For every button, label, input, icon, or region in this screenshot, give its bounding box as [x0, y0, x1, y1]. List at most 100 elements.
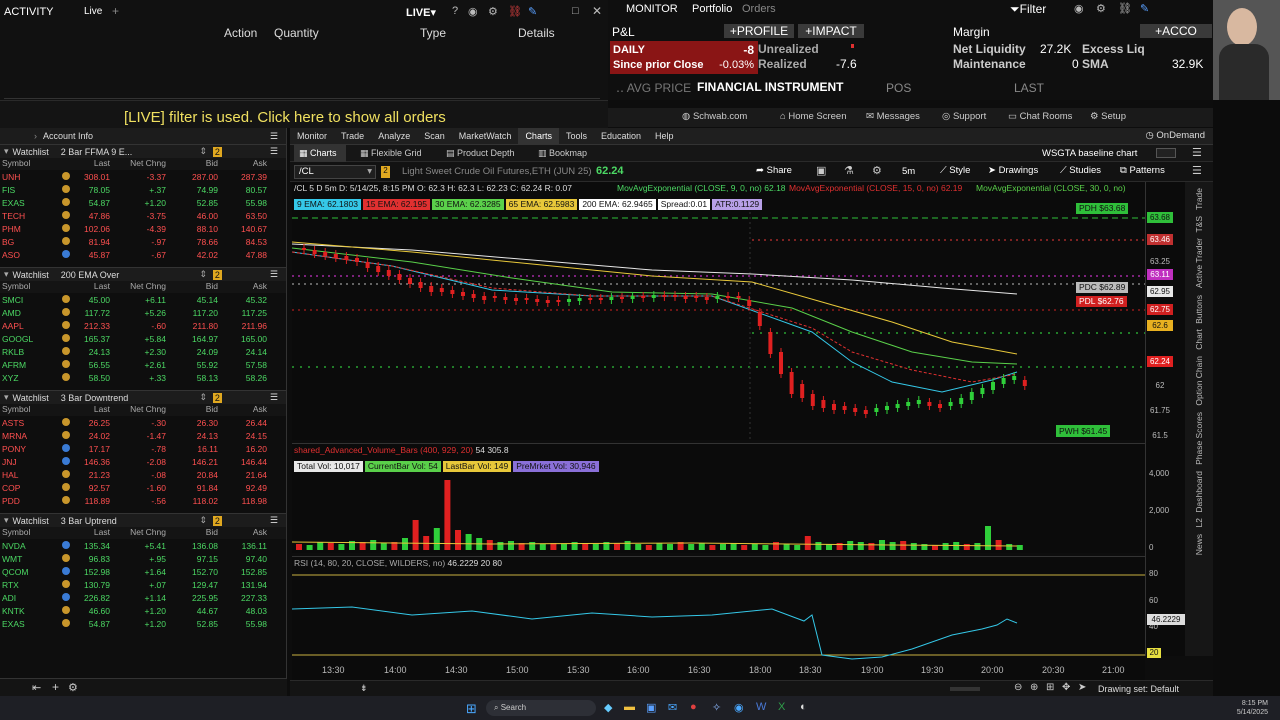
link-group-badge[interactable]: 2	[212, 392, 222, 403]
info-badge-icon[interactable]	[62, 540, 70, 549]
pin-icon[interactable]: ✎	[1140, 2, 1149, 15]
row-symbol[interactable]: TECH	[0, 211, 58, 221]
col-last[interactable]: Last	[74, 527, 110, 539]
col-net-change[interactable]: Net Chng	[110, 527, 166, 539]
link-schwab[interactable]: ◍ Schwab.com	[682, 111, 747, 122]
row-symbol[interactable]: EXAS	[0, 198, 58, 208]
col-ask[interactable]: Ask	[218, 527, 267, 539]
cursor-icon[interactable]: ➤	[1078, 682, 1086, 693]
watchlist-row[interactable]: TECH 47.86 -3.75 46.00 63.50	[0, 209, 286, 222]
gear-icon[interactable]: ⚙	[1096, 2, 1106, 15]
menu-icon[interactable]: ☰	[1192, 164, 1202, 177]
watchlist-row[interactable]: RKLB 24.13 +2.30 24.09 24.14	[0, 345, 286, 358]
col-symbol[interactable]: Symbol	[0, 158, 58, 170]
info-badge-icon[interactable]	[62, 417, 70, 426]
tab-education[interactable]: Education	[594, 128, 648, 144]
watchlist-row[interactable]: EXAS 54.87 +1.20 52.85 55.98	[0, 617, 286, 630]
tab-monitor[interactable]: Monitor	[290, 128, 334, 144]
watchlist-row[interactable]: PONY 17.17 -.78 16.11 16.20	[0, 442, 286, 455]
row-symbol[interactable]: AFRM	[0, 360, 58, 370]
app-icon-1[interactable]: ◆	[604, 701, 612, 714]
row-symbol[interactable]: FIS	[0, 185, 58, 195]
row-symbol[interactable]: SMCI	[0, 295, 58, 305]
col-ask[interactable]: Ask	[218, 158, 267, 170]
col-symbol[interactable]: Symbol	[0, 281, 58, 293]
row-symbol[interactable]: COP	[0, 483, 58, 493]
watchlist-row[interactable]: EXAS 54.87 +1.20 52.85 55.98	[0, 196, 286, 209]
camera-icon[interactable]: ◉	[1074, 2, 1084, 15]
close-icon[interactable]: ✕	[592, 4, 602, 18]
col-last[interactable]: LAST	[1014, 81, 1044, 95]
row-symbol[interactable]: BG	[0, 237, 58, 247]
sort-icon[interactable]: ⇕	[199, 146, 207, 157]
row-symbol[interactable]: RTX	[0, 580, 58, 590]
info-badge-icon[interactable]	[62, 553, 70, 562]
col-pos[interactable]: POS	[886, 81, 911, 95]
watchlist-header[interactable]: ▾ Watchlist 2 Bar FFMA 9 E... ⇕ 2 ☰	[0, 144, 286, 158]
info-badge-icon[interactable]	[62, 197, 70, 206]
info-badge-icon[interactable]	[62, 495, 70, 504]
camera-icon[interactable]: ◉	[468, 5, 478, 18]
zoom-fit-icon[interactable]: ⊞	[1046, 682, 1054, 693]
vtab-phase-scores[interactable]: Phase Scores	[1194, 412, 1204, 465]
menu-icon[interactable]: ☰	[270, 146, 278, 157]
tab-scan[interactable]: Scan	[417, 128, 452, 144]
info-badge-icon[interactable]	[62, 333, 70, 342]
tab-orders[interactable]: Orders	[742, 3, 776, 15]
col-net-change[interactable]: Net Chng	[110, 158, 166, 170]
info-badge-icon[interactable]	[62, 482, 70, 491]
layout-toggle[interactable]	[1156, 148, 1176, 158]
row-symbol[interactable]: RKLB	[0, 347, 58, 357]
col-last[interactable]: Last	[74, 158, 110, 170]
account-info-header[interactable]: › Account Info ☰	[0, 128, 286, 144]
vtab-news[interactable]: News	[1194, 534, 1204, 555]
watchlist-row[interactable]: WMT 96.83 +.95 97.15 97.40	[0, 552, 286, 565]
watchlist-row[interactable]: UNH 308.01 -3.37 287.00 287.39	[0, 170, 286, 183]
subtab-charts[interactable]: ▦ Charts	[294, 145, 346, 162]
info-badge-icon[interactable]	[62, 294, 70, 303]
link-group-badge[interactable]: 2	[212, 269, 222, 280]
watchlist-row[interactable]: GOOGL 165.37 +5.84 164.97 165.00	[0, 332, 286, 345]
watchlist-row[interactable]: PDD 118.89 -.56 118.02 118.98	[0, 494, 286, 507]
studies-button[interactable]: ⟋ Studies	[1060, 165, 1101, 176]
info-badge-icon[interactable]	[62, 592, 70, 601]
watchlist-header[interactable]: ▾ Watchlist 200 EMA Over ⇕ 2 ☰	[0, 267, 286, 281]
info-badge-icon[interactable]	[62, 456, 70, 465]
vtab-active-trader[interactable]: Active Trader	[1194, 238, 1204, 288]
vtab-dashboard[interactable]: Dashboard	[1194, 471, 1204, 513]
row-symbol[interactable]: PHM	[0, 224, 58, 234]
sort-icon[interactable]: ⇕	[199, 515, 207, 526]
activity-mode[interactable]: Live	[84, 6, 102, 17]
tab-help[interactable]: Help	[648, 128, 681, 144]
vtab-option-chain[interactable]: Option Chain	[1194, 356, 1204, 406]
gear-icon[interactable]: ⚙	[68, 681, 78, 694]
col-action[interactable]: Action	[224, 26, 257, 40]
vtab-l2[interactable]: L2	[1194, 518, 1204, 527]
link-group-badge[interactable]: 2	[381, 166, 390, 178]
maximize-icon[interactable]: □	[572, 5, 579, 17]
row-symbol[interactable]: EXAS	[0, 619, 58, 629]
watchlist-row[interactable]: SMCI 45.00 +6.11 45.14 45.32	[0, 293, 286, 306]
info-badge-icon[interactable]	[62, 346, 70, 355]
col-symbol[interactable]: Symbol	[0, 527, 58, 539]
tos-icon[interactable]: ◐	[800, 701, 807, 713]
candlestick-plot[interactable]	[292, 212, 1145, 440]
row-symbol[interactable]: HAL	[0, 470, 58, 480]
link-chat-rooms[interactable]: ▭ Chat Rooms	[1008, 111, 1072, 122]
flask-icon[interactable]: ⚗	[844, 164, 854, 177]
row-symbol[interactable]: UNH	[0, 172, 58, 182]
row-symbol[interactable]: AAPL	[0, 321, 58, 331]
chart-template-name[interactable]: WSGTA baseline chart	[1042, 148, 1137, 159]
filter-notice[interactable]: [LIVE] filter is used. Click here to sho…	[124, 109, 446, 126]
row-symbol[interactable]: XYZ	[0, 373, 58, 383]
tab-trade[interactable]: Trade	[334, 128, 371, 144]
info-badge-icon[interactable]	[62, 359, 70, 368]
calendar-icon[interactable]: ▣	[816, 164, 826, 177]
filter-button[interactable]: ⏷Filter	[1010, 2, 1046, 17]
rsi-pane[interactable]: RSI (14, 80, 20, CLOSE, WILDERS, no) 46.…	[292, 556, 1145, 662]
menu-icon[interactable]: ☰	[1192, 146, 1202, 159]
tab-tools[interactable]: Tools	[559, 128, 594, 144]
watchlist-row[interactable]: ASTS 26.25 -.30 26.30 26.44	[0, 416, 286, 429]
info-badge-icon[interactable]	[62, 171, 70, 180]
store-icon[interactable]: ▣	[646, 701, 656, 714]
